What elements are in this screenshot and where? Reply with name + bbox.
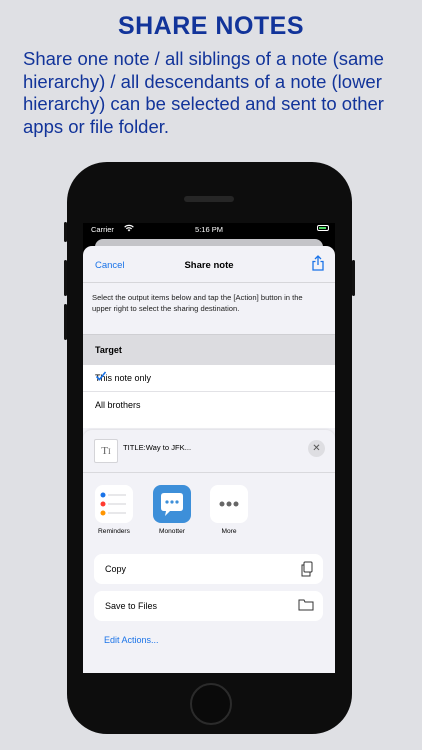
status-bar: Carrier 5:16 PM: [83, 223, 335, 235]
instructions-text: Select the output items below and tap th…: [92, 293, 303, 313]
phone-screen: Carrier 5:16 PM Cancel Share note Select…: [83, 223, 335, 673]
option-this-note-only[interactable]: This note only: [83, 365, 335, 392]
volume-down-button: [64, 304, 67, 340]
copy-button[interactable]: Copy: [94, 554, 323, 584]
option-label: All brothers: [95, 400, 141, 410]
option-all-brothers[interactable]: All brothers: [83, 392, 335, 419]
silent-switch: [64, 222, 67, 242]
share-note-sheet: Cancel Share note Select the output item…: [83, 246, 335, 673]
edit-actions-link[interactable]: Edit Actions...: [104, 635, 159, 645]
monotter-icon: [153, 485, 191, 523]
copy-icon: [300, 561, 314, 582]
reminders-icon: [95, 485, 133, 523]
action-label: Save to Files: [105, 601, 158, 611]
target-header-label: Target: [95, 345, 122, 355]
app-more[interactable]: More: [208, 485, 250, 535]
share-sheet-header: TI TITLE:Way to JFK... ✕: [83, 430, 335, 473]
power-button: [352, 260, 355, 296]
folder-icon: [298, 598, 314, 617]
text-document-icon: TI: [94, 439, 118, 463]
volume-up-button: [64, 260, 67, 296]
app-reminders[interactable]: Reminders: [93, 485, 135, 535]
share-item-title: TITLE:Way to JFK...: [123, 443, 192, 452]
promo-headline: SHARE NOTES: [117, 12, 305, 40]
nav-bar: Cancel Share note: [83, 246, 335, 283]
battery-icon: [317, 225, 329, 231]
close-icon[interactable]: ✕: [308, 440, 325, 457]
more-icon: [210, 485, 248, 523]
system-share-sheet: TI TITLE:Way to JFK... ✕ Reminders Monot…: [83, 430, 335, 673]
share-icon[interactable]: [311, 255, 325, 276]
checkmark-icon: [95, 370, 323, 384]
save-to-files-button[interactable]: Save to Files: [94, 591, 323, 621]
app-label: More: [221, 528, 237, 535]
action-label: Copy: [105, 564, 127, 574]
home-button[interactable]: [190, 683, 232, 725]
app-label: Reminders: [98, 528, 130, 535]
nav-title: Share note: [184, 260, 234, 271]
clock: 5:16 PM: [195, 225, 223, 234]
app-label: Monotter: [158, 528, 186, 535]
app-monotter[interactable]: Monotter: [151, 485, 193, 535]
target-section-header: Target: [83, 334, 335, 366]
earpiece-speaker: [184, 196, 234, 202]
option-partial-row: [83, 418, 335, 428]
phone-frame: Carrier 5:16 PM Cancel Share note Select…: [64, 162, 355, 734]
promo-description: Share one note / all siblings of a note …: [23, 48, 384, 137]
